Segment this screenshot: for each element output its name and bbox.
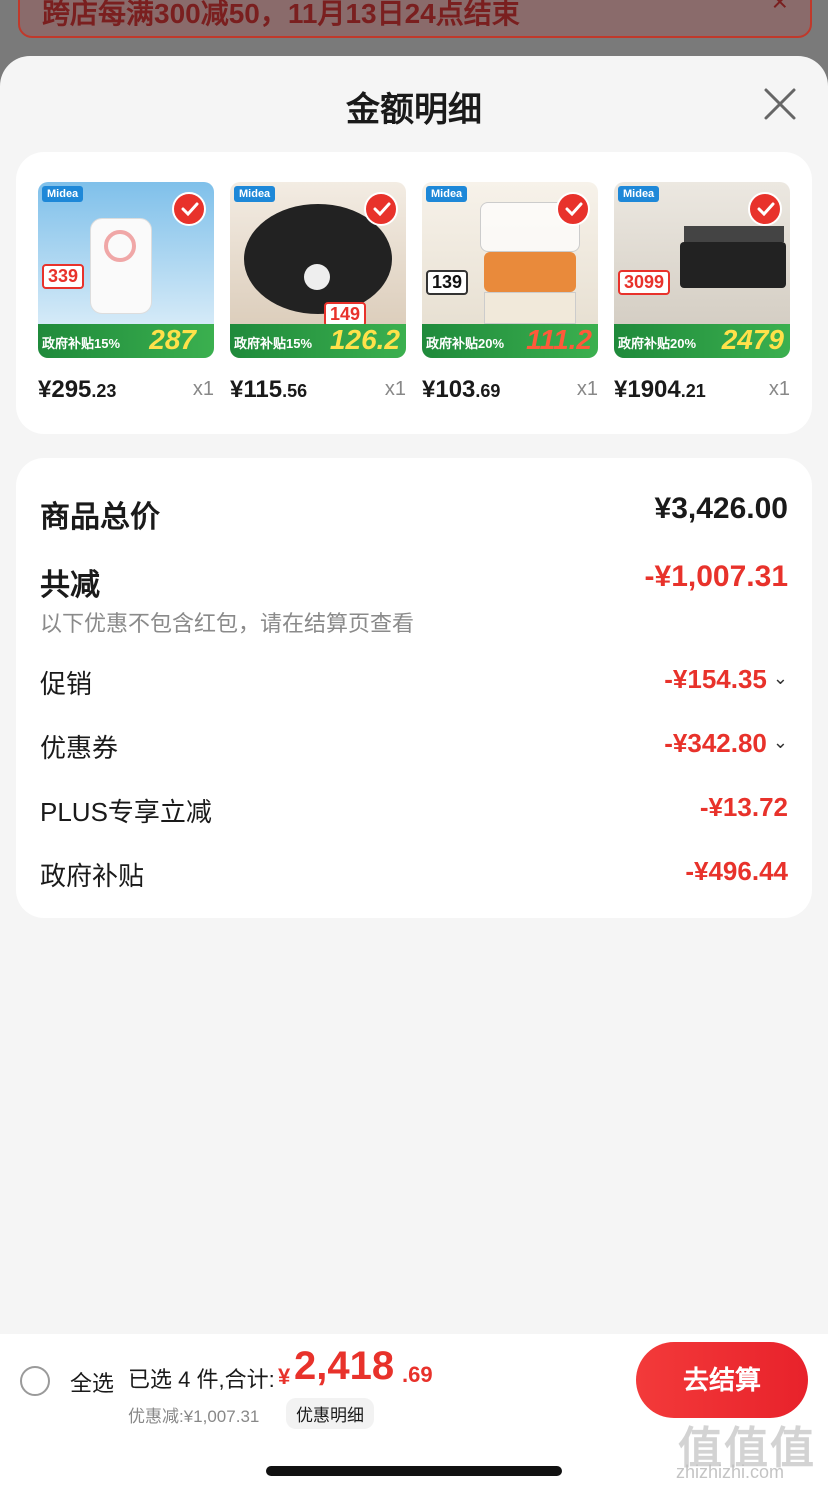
close-icon[interactable]	[762, 86, 798, 122]
promotion-label: 促销	[40, 669, 93, 699]
price-int: ¥1904	[614, 376, 681, 403]
checked-icon[interactable]	[556, 192, 590, 226]
promotion-value: -¥154.35	[664, 664, 767, 694]
total-row: 商品总价 ¥3,426.00	[40, 492, 788, 534]
checked-icon[interactable]	[172, 192, 206, 226]
banner-text: 跨店每满300减50，11月13日24点结束	[42, 0, 520, 29]
chevron-down-icon[interactable]: ⌄	[773, 668, 788, 689]
subsidy-price: 126.2	[329, 324, 400, 355]
subsidy-text: 政府补贴20%	[426, 336, 505, 351]
promo-tag: 139	[426, 270, 469, 295]
price-dec: .69	[475, 381, 501, 401]
discount-amount: 优惠减:¥1,007.31	[128, 1407, 260, 1426]
product-qty: x1	[768, 378, 790, 400]
product-price: ¥103.69	[422, 376, 500, 404]
product-qty: x1	[192, 378, 214, 400]
checkout-bar: 全选 已选 4 件,合计: ¥ 2,418 .69 优惠减:¥1,007.31 …	[0, 1334, 828, 1492]
reduce-row: 共减 -¥1,007.31	[40, 560, 788, 602]
chevron-down-icon[interactable]: ⌄	[773, 732, 788, 753]
subsidy-price: 287	[149, 324, 196, 355]
product-item[interactable]: Midea 149 政府补贴15% 126.2 ¥115.56 x1	[230, 182, 406, 403]
coupon-label: 优惠券	[40, 733, 119, 763]
total-label: 商品总价	[40, 501, 160, 534]
checked-icon[interactable]	[748, 192, 782, 226]
price-int: ¥115	[230, 376, 283, 403]
product-item[interactable]: Midea 339 政府补贴15% 287 ¥295.23 x1	[38, 182, 214, 403]
product-image[interactable]: Midea 3099 政府补贴20% 2479	[614, 182, 790, 358]
price-int: ¥295	[38, 376, 92, 403]
coupon-value-wrap[interactable]: -¥342.80 ⌄	[664, 728, 788, 759]
brand-logo: Midea	[234, 186, 276, 202]
subsidy-band: 政府补贴20% 111.2	[422, 324, 598, 358]
total-currency: ¥	[278, 1364, 291, 1389]
brand-logo: Midea	[618, 186, 660, 202]
amount-detail-card: 商品总价 ¥3,426.00 共减 -¥1,007.31 以下优惠不包含红包，请…	[16, 458, 812, 918]
product-qty: x1	[576, 378, 598, 400]
promotion-row[interactable]: 促销 -¥154.35 ⌄	[40, 664, 788, 700]
promo-tag: 339	[42, 264, 85, 289]
note-row: 以下优惠不包含红包，请在结算页查看	[40, 606, 788, 636]
product-image[interactable]: Midea 149 政府补贴15% 126.2	[230, 182, 406, 358]
plus-value: -¥13.72	[699, 792, 788, 822]
price-dec: .21	[680, 381, 706, 401]
subsidy-row: 政府补贴 -¥496.44	[40, 856, 788, 892]
watermark-url: zhizhizhi.com	[676, 1462, 785, 1482]
products-card: Midea 339 政府补贴15% 287 ¥295.23 x1 Midea 1	[16, 152, 812, 434]
select-all-label[interactable]: 全选	[70, 1366, 114, 1398]
product-image[interactable]: Midea 339 政府补贴15% 287	[38, 182, 214, 358]
subsidy-price: 2479	[721, 324, 784, 355]
amount-detail-sheet: 金额明细 Midea 339 政府补贴15% 287 ¥295.23 x1 Mi…	[0, 56, 828, 1492]
background-banner: 跨店每满300减50，11月13日24点结束 ×	[18, 0, 812, 38]
total-amount-int: 2,418	[294, 1344, 395, 1388]
product-item[interactable]: Midea 3099 政府补贴20% 2479 ¥1904.21 x1	[614, 182, 790, 403]
subsidy-band: 政府补贴20% 2479	[614, 324, 790, 358]
banner-close-icon: ×	[771, 0, 788, 17]
total-value: ¥3,426.00	[654, 492, 788, 525]
reduce-label: 共减	[40, 569, 100, 602]
subsidy-band: 政府补贴15% 287	[38, 324, 214, 358]
plus-label: PLUS专享立减	[40, 797, 212, 827]
subsidy-text: 政府补贴15%	[234, 336, 313, 351]
discount-note: 以下优惠不包含红包，请在结算页查看	[40, 611, 415, 636]
brand-logo: Midea	[42, 186, 84, 202]
product-price: ¥295.23	[38, 376, 116, 404]
product-price: ¥115.56	[230, 376, 307, 404]
brand-logo: Midea	[426, 186, 468, 202]
subsidy-label: 政府补贴	[40, 861, 145, 891]
subsidy-price: 111.2	[526, 324, 592, 355]
coupon-row[interactable]: 优惠券 -¥342.80 ⌄	[40, 728, 788, 764]
home-indicator[interactable]	[266, 1466, 562, 1476]
discount-detail-link[interactable]: 优惠明细	[286, 1398, 374, 1429]
total-amount-dec: .69	[402, 1362, 433, 1387]
sheet-title: 金额明细	[346, 91, 482, 129]
subsidy-value: -¥496.44	[685, 856, 788, 886]
product-item[interactable]: Midea 139 政府补贴20% 111.2 ¥103.69 x1	[422, 182, 598, 403]
subsidy-band: 政府补贴15% 126.2	[230, 324, 406, 358]
subsidy-text: 政府补贴15%	[42, 336, 121, 351]
selected-count: 已选 4 件,合计:	[128, 1367, 275, 1392]
price-dec: .56	[282, 381, 308, 401]
select-all-checkbox[interactable]	[20, 1366, 50, 1396]
reduce-value: -¥1,007.31	[644, 560, 788, 593]
checkout-button[interactable]: 去结算	[636, 1342, 808, 1418]
promotion-value-wrap[interactable]: -¥154.35 ⌄	[664, 664, 788, 695]
product-qty: x1	[384, 378, 406, 400]
product-image[interactable]: Midea 139 政府补贴20% 111.2	[422, 182, 598, 358]
subsidy-text: 政府补贴20%	[618, 336, 697, 351]
promo-tag: 3099	[618, 270, 671, 295]
checked-icon[interactable]	[364, 192, 398, 226]
plus-row: PLUS专享立减 -¥13.72	[40, 792, 788, 828]
coupon-value: -¥342.80	[664, 728, 767, 758]
price-int: ¥103	[422, 376, 476, 403]
product-price: ¥1904.21	[614, 376, 706, 404]
price-dec: .23	[91, 381, 117, 401]
